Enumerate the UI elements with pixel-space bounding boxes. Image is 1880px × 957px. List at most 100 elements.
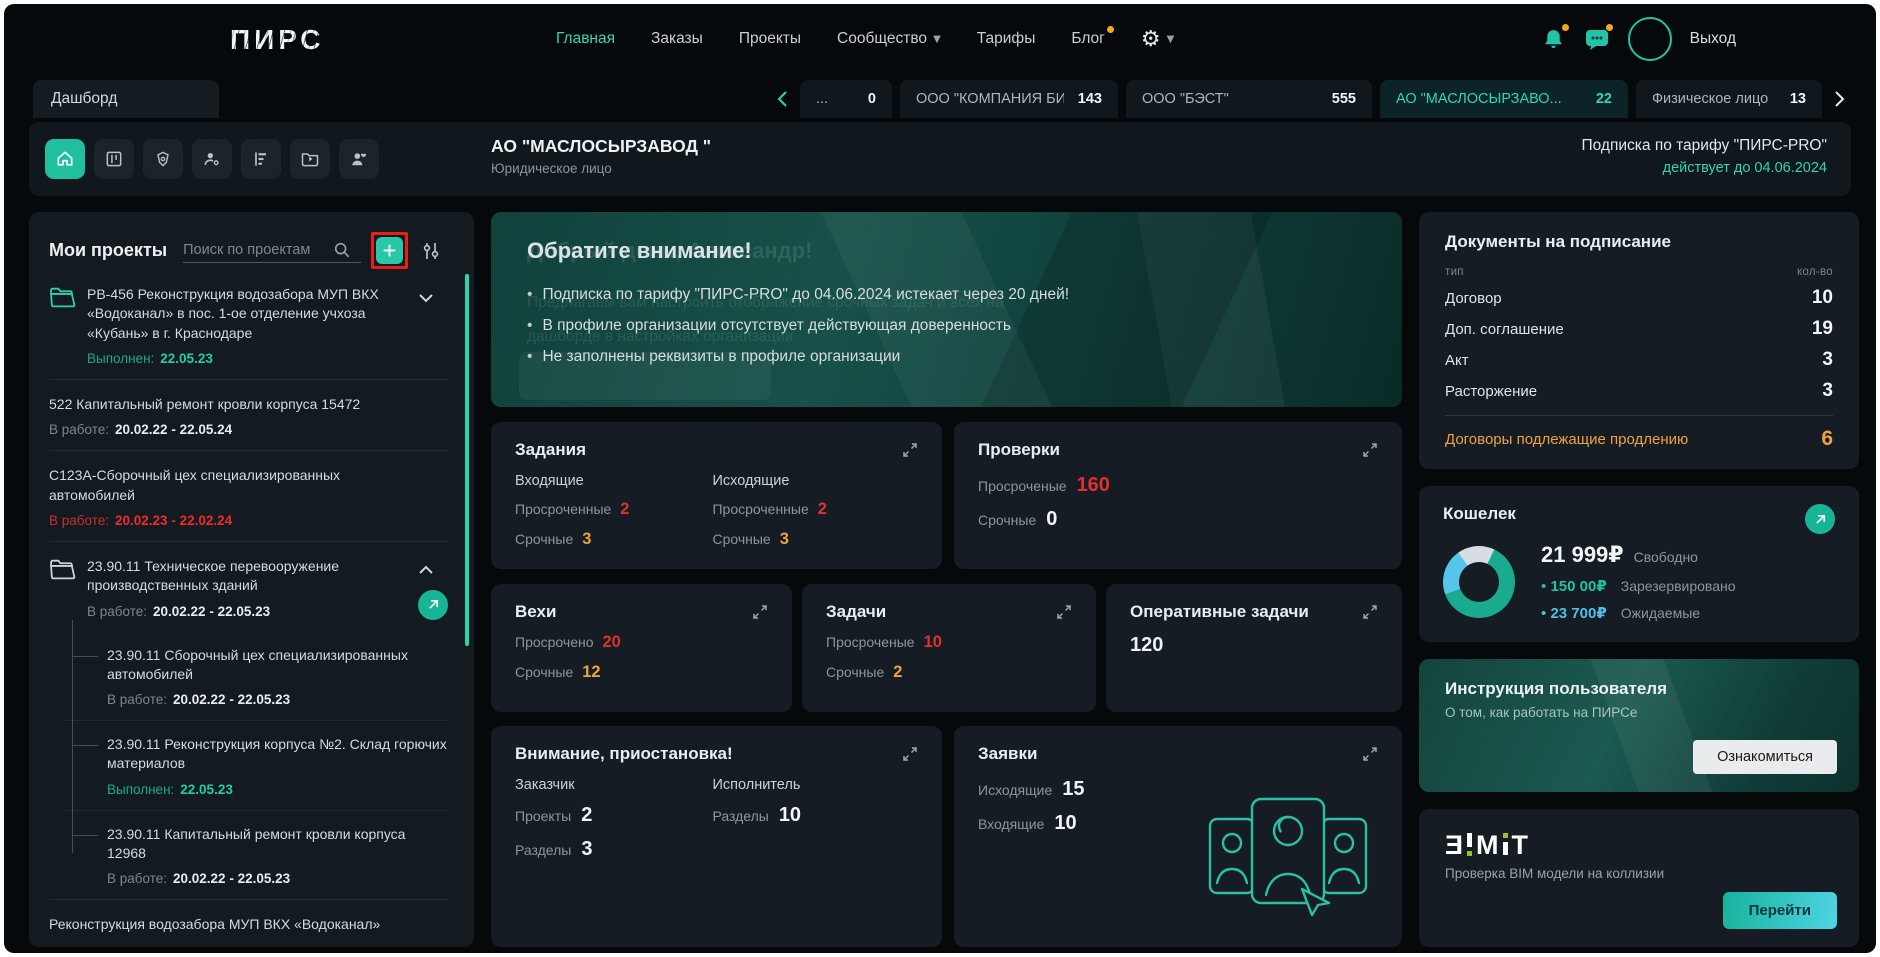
project-title: 23.90.11 Сборочный цех специализированны… — [107, 646, 448, 685]
pen-icon-button[interactable] — [143, 139, 183, 179]
expand-icon[interactable] — [902, 746, 918, 762]
stat-row: Разделы3 — [515, 838, 712, 861]
project-title: Реконструкция водозабора МУП ВКХ «Водока… — [49, 915, 444, 934]
stat-row: Просрочено20 — [515, 633, 768, 652]
stat-row: Просроченные2 — [515, 500, 712, 519]
banner-bullet: •Подписка по тарифу "ПИРС-PRO" до 04.06.… — [527, 286, 1366, 304]
wallet-donut-chart — [1443, 546, 1515, 618]
wallet-free: 21 999₽Свободно — [1541, 542, 1736, 568]
folder-icon — [49, 285, 76, 309]
scroll-left-icon[interactable] — [772, 80, 792, 118]
stat-row: Срочные0 — [978, 508, 1378, 531]
banner-title: Обратите внимание! — [527, 238, 1366, 264]
folder-icon — [49, 557, 76, 581]
project-item[interactable]: РВ-456 Реконструкция водозабора МУП ВКХ … — [49, 270, 448, 379]
notifications-button[interactable] — [1541, 27, 1566, 52]
expand-icon[interactable] — [1362, 442, 1378, 458]
home-icon-button[interactable] — [45, 139, 85, 179]
scroll-right-icon[interactable] — [1830, 80, 1850, 118]
column-label: Исходящие — [712, 473, 909, 489]
arrow-up-right-icon — [1814, 513, 1827, 526]
settings-menu[interactable]: ⚙ ▼ — [1141, 27, 1174, 52]
project-title: РВ-456 Реконструкция водозабора МУП ВКХ … — [87, 285, 418, 343]
project-item[interactable]: С123А-Сборочный цех специализированных а… — [49, 450, 448, 541]
renewal-row[interactable]: Договоры подлежащие продлению6 — [1445, 427, 1833, 451]
stat-row: Разделы10 — [712, 804, 909, 827]
instruction-button[interactable]: Ознакомиться — [1693, 740, 1837, 774]
projects-panel: Мои проекты — [29, 212, 474, 947]
messages-button[interactable] — [1584, 27, 1610, 51]
user-area: Выход — [1541, 4, 1736, 74]
user-heart-icon-button[interactable] — [339, 139, 379, 179]
open-project-button[interactable] — [418, 590, 448, 620]
project-item[interactable]: 522 Капитальный ремонт кровли корпуса 15… — [49, 379, 448, 450]
sliders-icon — [420, 240, 442, 262]
card-title: Задания — [515, 440, 586, 460]
menu-item-projects[interactable]: Проекты — [739, 30, 801, 48]
tab-dashboard[interactable]: Дашборд — [33, 80, 219, 118]
subproject-item[interactable]: 23.90.11 Реконструкция корпуса №2. Склад… — [63, 720, 448, 810]
user-settings-icon-button[interactable] — [192, 139, 232, 179]
menu-item-home[interactable]: Главная — [556, 30, 615, 48]
folder-share-icon-button[interactable] — [290, 139, 330, 179]
stat-row: Просроченые10 — [826, 633, 1072, 652]
org-tab[interactable]: Физическое лицо13 — [1636, 80, 1822, 118]
expand-icon[interactable] — [1362, 604, 1378, 620]
expand-icon[interactable] — [902, 442, 918, 458]
filter-button[interactable] — [420, 240, 442, 262]
notification-dot — [1606, 24, 1613, 31]
document-row: Акт3 — [1445, 349, 1833, 371]
org-tab[interactable]: ООО "КОМПАНИЯ БИ...143 — [900, 80, 1118, 118]
main-menu: Главная Заказы Проекты Сообщество▼ Тариф… — [556, 4, 1174, 74]
chevron-down-icon: ▼ — [1167, 34, 1175, 45]
subscription-validity: действует до 04.06.2024 — [1582, 160, 1828, 176]
stat-row: Срочные3 — [712, 530, 909, 549]
add-project-button[interactable] — [376, 237, 403, 264]
document-row: Расторжение3 — [1445, 380, 1833, 402]
column-label: Исполнитель — [712, 777, 909, 793]
subproject-item[interactable]: 23.90.11 Сборочный цех специализированны… — [63, 632, 448, 721]
exclamation-glyph — [1467, 833, 1472, 857]
menu-item-orders[interactable]: Заказы — [651, 30, 703, 48]
hierarchy-icon-button[interactable] — [241, 139, 281, 179]
avatar[interactable] — [1628, 17, 1672, 61]
attention-banner: Добрый день, Александр! Предлагаем вам н… — [491, 212, 1402, 407]
card-subtasks: Задачи Просроченые10 Срочные2 — [802, 584, 1096, 712]
menu-item-tariffs[interactable]: Тарифы — [977, 30, 1036, 48]
pen-icon — [153, 149, 173, 169]
subproject-item[interactable]: 23.90.11 Капитальный ремонт кровли корпу… — [63, 810, 448, 900]
card-requests: Заявки Исходящие15 Входящие10 — [954, 726, 1402, 947]
banner-bullet: •Не заполнены реквизиты в профиле органи… — [527, 348, 1366, 366]
menu-item-blog[interactable]: Блог — [1071, 30, 1105, 48]
column-label: Заказчик — [515, 777, 712, 793]
chevron-down-icon[interactable] — [418, 293, 434, 303]
menu-item-community[interactable]: Сообщество▼ — [837, 30, 941, 48]
notification-dot — [1107, 26, 1114, 33]
plus-icon — [382, 243, 397, 258]
notification-dot — [1562, 24, 1569, 31]
pirs-logo[interactable]: ПИРС — [230, 24, 324, 56]
column-header-count: кол-во — [1797, 266, 1833, 278]
project-title: С123А-Сборочный цех специализированных а… — [49, 466, 418, 505]
project-status: В работе:20.02.23 - 22.02.24 — [49, 513, 418, 528]
column-header-type: тип — [1445, 266, 1464, 278]
banner-bullet: •В профиле организации отсутствует дейст… — [527, 317, 1366, 335]
column-label: Входящие — [515, 473, 712, 489]
expand-icon[interactable] — [1056, 604, 1072, 620]
org-tab[interactable]: ...0 — [800, 80, 892, 118]
stat-row: Срочные2 — [826, 663, 1072, 682]
expand-icon[interactable] — [752, 604, 768, 620]
chevron-up-icon[interactable] — [418, 565, 434, 575]
instruction-subtitle: О том, как работать на ПИРСе — [1445, 705, 1833, 720]
open-wallet-button[interactable] — [1805, 504, 1835, 534]
expand-icon[interactable] — [1362, 746, 1378, 762]
org-tab[interactable]: ООО "БЭСТ"555 — [1126, 80, 1372, 118]
bimit-go-button[interactable]: Перейти — [1723, 892, 1837, 929]
logout-button[interactable]: Выход — [1690, 30, 1736, 48]
org-tab-active[interactable]: АО "МАСЛОСЫРЗАВО...22 — [1380, 80, 1628, 118]
kanban-icon-button[interactable] — [94, 139, 134, 179]
project-item-expanded[interactable]: 23.90.11 Техническое перевооружение прои… — [49, 541, 448, 632]
project-search-input[interactable] — [183, 238, 333, 262]
project-item[interactable]: Реконструкция водозабора МУП ВКХ «Водока… — [49, 899, 448, 947]
card-bimit: E M T Проверка BIM модели на коллизии Пе… — [1419, 809, 1859, 947]
